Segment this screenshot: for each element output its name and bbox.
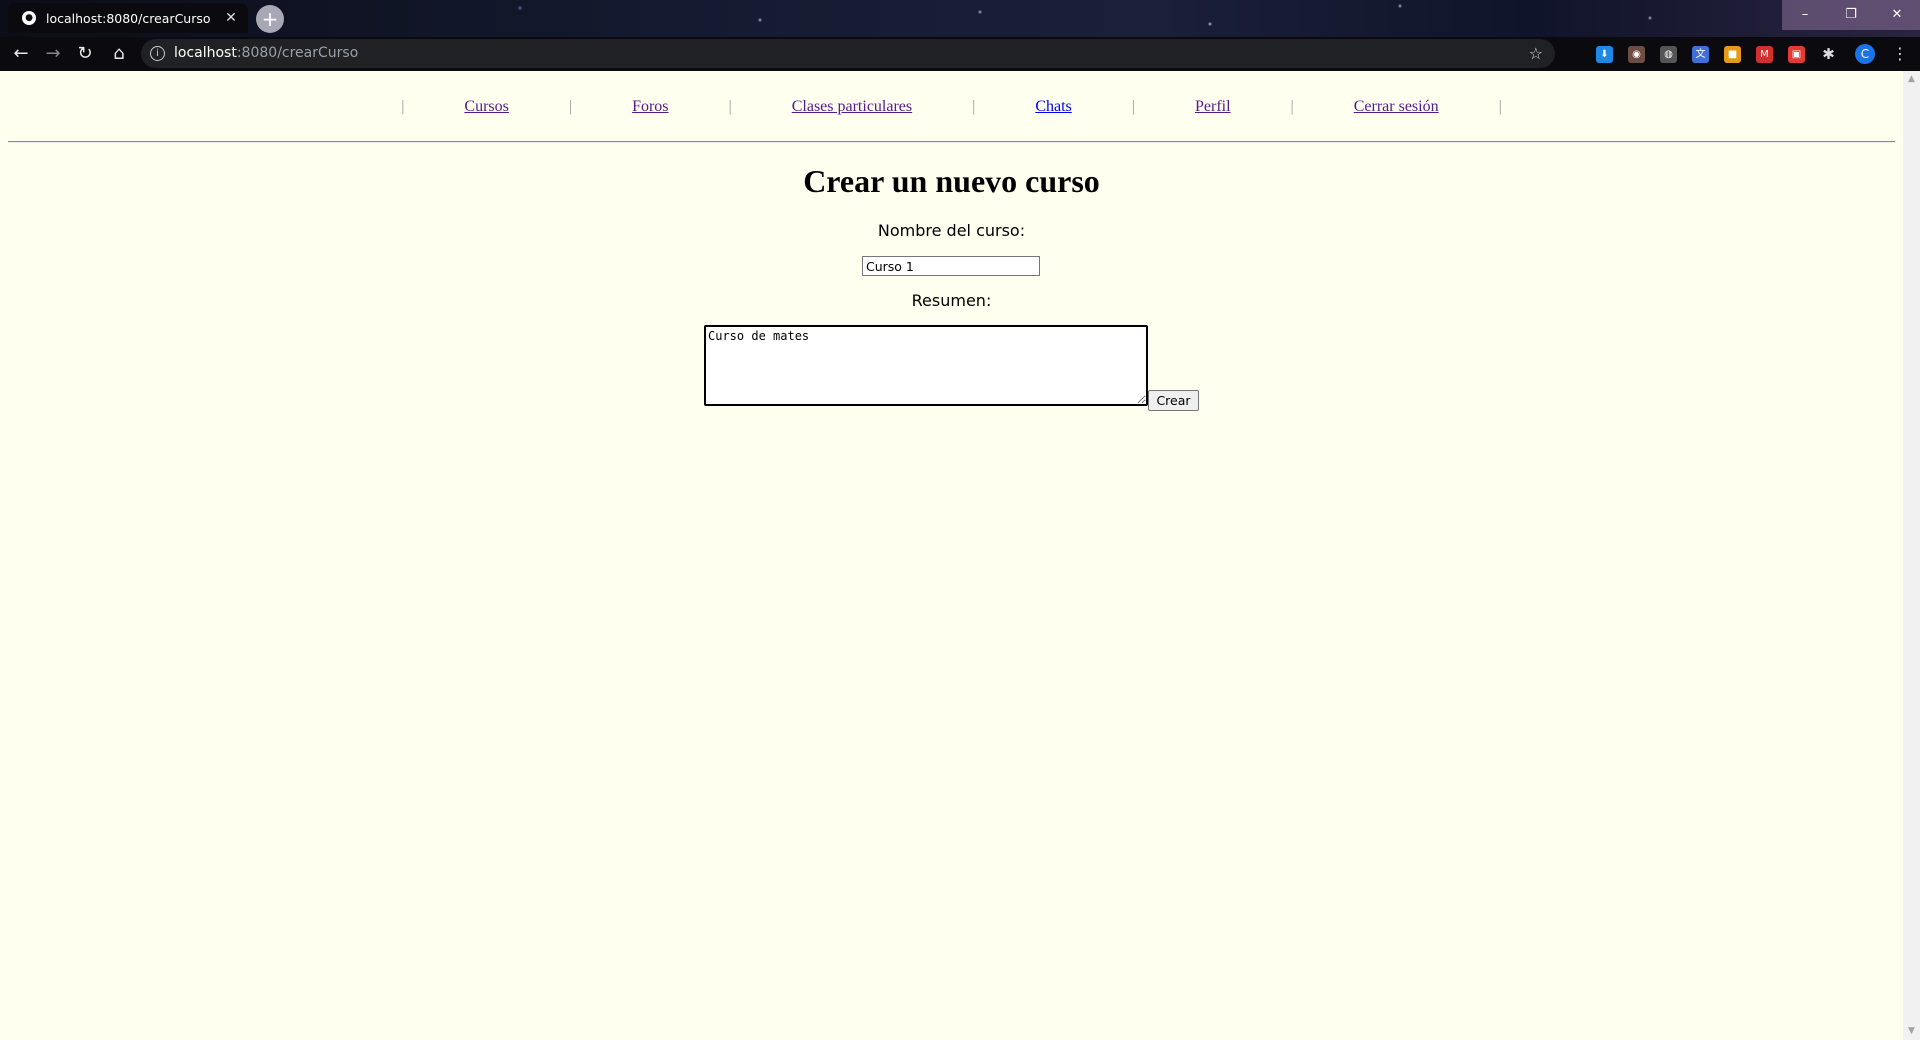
reload-icon[interactable]: ↻ bbox=[70, 37, 100, 71]
scroll-up-arrow-icon[interactable]: ▲ bbox=[1903, 71, 1920, 88]
nav-link-foros[interactable]: Foros bbox=[632, 98, 668, 115]
tab-title: localhost:8080/crearCurso bbox=[46, 10, 211, 26]
page-content: | Cursos | Foros | Clases particulares | Chats |… bbox=[0, 71, 1903, 1040]
course-name-input[interactable] bbox=[862, 256, 1040, 276]
nav-link-cursos[interactable]: Cursos bbox=[464, 98, 508, 115]
nav-separator: | bbox=[1290, 98, 1294, 115]
main-nav: | Cursos | Foros | Clases particulares | Chats |… bbox=[0, 98, 1903, 116]
download-extension-icon[interactable]: ⬇ bbox=[1596, 45, 1613, 63]
more-menu-icon[interactable]: ⋮ bbox=[1890, 37, 1910, 71]
bookmark-star-icon[interactable]: ☆ bbox=[1529, 39, 1543, 68]
scroll-down-arrow-icon[interactable]: ▼ bbox=[1903, 1023, 1920, 1040]
course-name-label: Nombre del curso: bbox=[877, 221, 1026, 240]
nav-separator: | bbox=[1498, 98, 1502, 115]
nav-link-chats[interactable]: Chats bbox=[1035, 98, 1071, 115]
horizontal-rule bbox=[8, 141, 1895, 143]
nav-link-clases-particulares[interactable]: Clases particulares bbox=[792, 98, 912, 115]
profile-avatar[interactable]: C bbox=[1855, 44, 1875, 64]
page-title: Crear un nuevo curso bbox=[803, 163, 1100, 199]
address-bar[interactable]: i localhost:8080/crearCurso ☆ bbox=[141, 39, 1555, 68]
translate-extension-icon[interactable]: 文 bbox=[1692, 45, 1709, 63]
new-tab-button[interactable]: + bbox=[256, 5, 284, 33]
window-close-icon[interactable]: ✕ bbox=[1874, 0, 1920, 30]
close-tab-icon[interactable]: ✕ bbox=[220, 10, 242, 26]
extension-icon[interactable]: ▣ bbox=[1788, 45, 1805, 63]
window-controls: – ❐ ✕ bbox=[1782, 0, 1920, 30]
nav-separator: | bbox=[568, 98, 573, 115]
summary-label: Resumen: bbox=[911, 291, 992, 310]
extensions-bar: ⬇ ◉ ◍ 文 ■ M ▣ ✱ bbox=[1596, 37, 1852, 71]
minimize-icon[interactable]: – bbox=[1782, 0, 1828, 30]
globe-icon: ● bbox=[22, 11, 36, 25]
url-text: localhost:8080/crearCurso bbox=[174, 45, 359, 61]
site-info-icon[interactable]: i bbox=[150, 46, 165, 61]
vertical-scrollbar[interactable]: ▲ ▼ bbox=[1903, 71, 1920, 1040]
summary-textarea[interactable]: Curso de mates bbox=[704, 325, 1148, 406]
home-icon[interactable]: ⌂ bbox=[104, 37, 134, 71]
forward-arrow-icon[interactable]: → bbox=[38, 37, 68, 71]
restore-icon[interactable]: ❐ bbox=[1828, 0, 1874, 30]
nav-separator: | bbox=[728, 98, 732, 115]
extension-icon[interactable]: ■ bbox=[1724, 45, 1741, 63]
create-button[interactable]: Crear bbox=[1148, 390, 1199, 411]
nav-separator: | bbox=[972, 98, 976, 115]
nav-separator: | bbox=[1131, 98, 1135, 115]
back-arrow-icon[interactable]: ← bbox=[6, 37, 36, 71]
browser-chrome: ● localhost:8080/crearCurso ✕ + – ❐ ✕ ← … bbox=[0, 0, 1920, 71]
nav-link-cerrar-sesion[interactable]: Cerrar sesión bbox=[1354, 98, 1439, 115]
browser-tab[interactable]: ● localhost:8080/crearCurso ✕ bbox=[8, 3, 248, 33]
nav-separator: | bbox=[401, 98, 405, 115]
browser-toolbar: ← → ↻ ⌂ i localhost:8080/crearCurso ☆ ⬇ … bbox=[0, 37, 1920, 71]
mega-extension-icon[interactable]: M bbox=[1756, 45, 1773, 63]
lightbulb-extension-icon[interactable]: ◍ bbox=[1660, 45, 1677, 63]
extension-icon[interactable]: ◉ bbox=[1628, 45, 1645, 63]
nav-link-perfil[interactable]: Perfil bbox=[1195, 98, 1231, 115]
puzzle-extensions-icon[interactable]: ✱ bbox=[1820, 45, 1837, 63]
